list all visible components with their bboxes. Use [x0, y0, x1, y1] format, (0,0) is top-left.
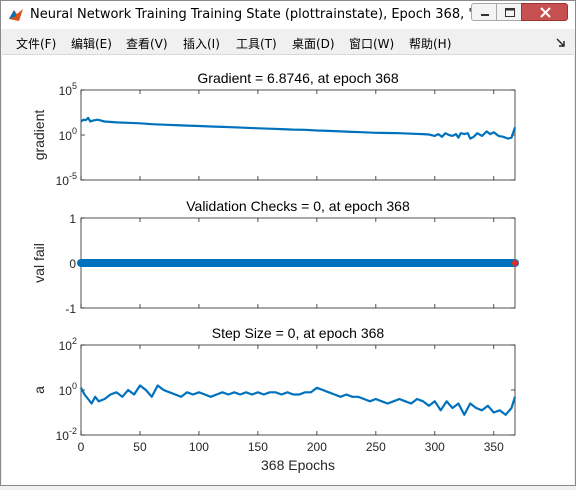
- x-tick-label: 100: [189, 440, 209, 454]
- menu-file[interactable]: 文件(F): [16, 35, 56, 52]
- maximize-button[interactable]: [496, 3, 522, 21]
- plots-svg: Gradient = 6.8746, at epoch 368 gradient 1…: [31, 70, 519, 473]
- y-axis-label-3: a: [31, 386, 47, 394]
- x-axis-label: 368 Epochs: [261, 457, 335, 473]
- figure-window: Neural Network Training Training State (…: [0, 0, 576, 486]
- y-tick-label: 100: [59, 381, 77, 398]
- close-icon: [540, 7, 551, 18]
- dock-arrow-icon[interactable]: [556, 38, 566, 48]
- window-title: Neural Network Training Training State (…: [30, 7, 512, 22]
- y-tick-label: 1: [69, 212, 76, 226]
- menu-bar: 文件(F) 编辑(E) 查看(V) 插入(I) 工具(T) 桌面(D) 窗口(W…: [2, 30, 574, 54]
- y-tick-label: 0: [69, 257, 76, 271]
- menu-desktop[interactable]: 桌面(D): [292, 35, 335, 52]
- y-tick-label: 105: [59, 81, 77, 98]
- title-bar[interactable]: Neural Network Training Training State (…: [1, 1, 575, 29]
- close-button[interactable]: [521, 3, 568, 21]
- x-tick-label: 350: [484, 440, 504, 454]
- figure-canvas: Gradient = 6.8746, at epoch 368 gradient 1…: [2, 54, 574, 485]
- menu-tools[interactable]: 工具(T): [236, 35, 277, 52]
- maximize-icon: [505, 8, 515, 17]
- x-tick-label: 150: [248, 440, 268, 454]
- plot-title-2: Validation Checks = 0, at epoch 368: [186, 198, 410, 214]
- menu-help[interactable]: 帮助(H): [409, 35, 451, 52]
- y-tick-label: -1: [65, 302, 76, 316]
- matlab-app-icon: [9, 9, 23, 21]
- y-axis-label-2: val fail: [31, 243, 47, 283]
- y-tick-label: 100: [59, 126, 77, 143]
- x-tick-label: 0: [78, 440, 85, 454]
- y-axis-label-1: gradient: [31, 110, 47, 161]
- plot-title-1: Gradient = 6.8746, at epoch 368: [197, 70, 398, 86]
- y-tick-label: 10-2: [56, 426, 77, 443]
- plot-title-3: Step Size = 0, at epoch 368: [212, 325, 385, 341]
- val-fail-markers: [77, 259, 519, 267]
- x-tick-label: 250: [366, 440, 386, 454]
- menu-view[interactable]: 查看(V): [126, 35, 168, 52]
- y-tick-label: 102: [59, 336, 77, 353]
- menu-insert[interactable]: 插入(I): [183, 35, 220, 52]
- minimize-button[interactable]: [471, 3, 497, 21]
- minimize-icon: [481, 14, 489, 16]
- menu-window[interactable]: 窗口(W): [349, 35, 394, 52]
- y-tick-label: 10-5: [56, 171, 77, 188]
- x-tick-label: 300: [425, 440, 445, 454]
- menu-edit[interactable]: 编辑(E): [71, 35, 112, 52]
- x-tick-label: 200: [307, 440, 327, 454]
- x-tick-label: 50: [133, 440, 147, 454]
